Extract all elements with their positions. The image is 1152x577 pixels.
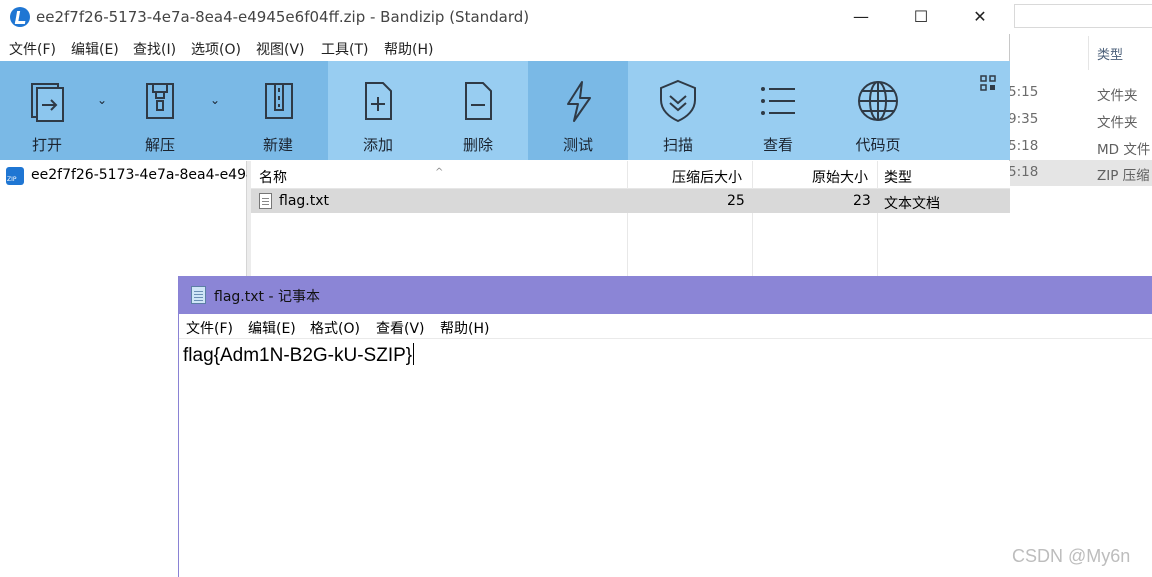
notepad-menu-view[interactable]: 查看(V) (376, 318, 425, 338)
column-original-size[interactable]: 原始大小 (812, 167, 868, 187)
bandizip-logo-icon (10, 7, 30, 27)
explorer-top-bar (1008, 0, 1152, 32)
menu-edit[interactable]: 编辑(E) (71, 39, 119, 59)
notepad-title-bar[interactable]: flag.txt - 记事本 (179, 276, 1152, 314)
open-button[interactable]: 打开 (2, 61, 92, 160)
explorer-row-type: 文件夹 (1097, 115, 1138, 131)
explorer-row-type: 文件夹 (1097, 88, 1138, 104)
column-type[interactable]: 类型 (884, 167, 912, 187)
notepad-content: flag{Adm1N-B2G-kU-SZIP} (183, 345, 413, 366)
sort-caret-icon: ^ (435, 167, 444, 178)
file-row-selected[interactable]: flag.txt 25 23 文本文档 (251, 189, 1010, 213)
minimize-button[interactable]: — (838, 4, 884, 30)
column-divider[interactable] (877, 161, 878, 281)
test-button[interactable]: 测试 (533, 61, 623, 160)
extract-label: 解压 (144, 136, 175, 154)
menu-help[interactable]: 帮助(H) (384, 39, 433, 59)
delete-label: 删除 (462, 136, 493, 154)
explorer-column-type[interactable]: 类型 (1097, 44, 1123, 63)
explorer-row[interactable]: 5:15 文件夹 (1008, 80, 1152, 106)
extract-icon (146, 83, 174, 119)
bandizip-title-bar[interactable]: ee2f7f26-5173-4e7a-8ea4-e4945e6f04ff.zip… (0, 0, 1010, 34)
notepad-menu-file[interactable]: 文件(F) (186, 318, 233, 338)
explorer-row-time: 9:35 (1008, 111, 1039, 127)
column-divider[interactable] (752, 161, 753, 281)
menu-file[interactable]: 文件(F) (9, 39, 56, 59)
maximize-button[interactable]: ☐ (898, 4, 944, 30)
column-divider[interactable] (627, 161, 628, 281)
close-button[interactable]: ✕ (957, 4, 1003, 30)
add-file-icon (365, 82, 392, 120)
column-name[interactable]: 名称 (259, 167, 287, 187)
desktop: 类型 5:15 文件夹 9:35 文件夹 5:18 MD 文件 5:18 ZIP… (0, 0, 1152, 577)
open-dropdown-icon[interactable]: ⌄ (97, 93, 107, 107)
view-label: 查看 (762, 136, 793, 154)
open-label: 打开 (31, 136, 62, 154)
menu-find[interactable]: 查找(I) (133, 39, 176, 59)
test-label: 测试 (562, 136, 593, 154)
notepad-text-area[interactable]: flag{Adm1N-B2G-kU-SZIP} (179, 338, 1152, 577)
file-name: flag.txt (279, 193, 329, 209)
file-compressed-size: 25 (727, 193, 745, 209)
menu-tools[interactable]: 工具(T) (321, 39, 368, 59)
notepad-content-line: flag{Adm1N-B2G-kU-SZIP} (183, 343, 415, 367)
explorer-row[interactable]: 9:35 文件夹 (1008, 107, 1152, 133)
add-button[interactable]: 添加 (333, 61, 423, 160)
notepad-menu-format[interactable]: 格式(O) (310, 318, 360, 338)
codepage-button[interactable]: 代码页 (833, 61, 923, 160)
lightning-icon (567, 81, 591, 122)
window-title: ee2f7f26-5173-4e7a-8ea4-e4945e6f04ff.zip… (36, 8, 530, 26)
layout-grid-icon[interactable] (980, 75, 996, 91)
add-label: 添加 (362, 136, 393, 154)
extract-dropdown-icon[interactable]: ⌄ (210, 93, 220, 107)
notepad-title: flag.txt - 记事本 (214, 289, 320, 305)
new-archive-label: 新建 (262, 136, 293, 154)
watermark: CSDN @My6n (1012, 546, 1131, 566)
extract-button[interactable]: 解压 (115, 61, 205, 160)
explorer-row-time: 5:18 (1008, 138, 1039, 154)
scan-button[interactable]: 扫描 (633, 61, 723, 160)
file-list-header: ^ 名称 压缩后大小 原始大小 类型 (251, 161, 1010, 189)
zip-archive-icon (6, 167, 24, 185)
explorer-row[interactable]: 5:18 MD 文件 (1008, 134, 1152, 160)
column-separator[interactable] (1088, 36, 1089, 70)
explorer-row-type: ZIP 压缩 (1097, 168, 1150, 184)
notepad-menu-help[interactable]: 帮助(H) (440, 318, 489, 338)
toolbar: 打开 ⌄ 解压 ⌄ 新建 添加 删除 测试 扫描 查看 代码页 (0, 61, 1010, 160)
text-caret (413, 343, 415, 365)
open-icon (31, 83, 64, 122)
column-compressed-size[interactable]: 压缩后大小 (672, 167, 742, 187)
text-file-icon (259, 193, 272, 209)
view-button[interactable]: 查看 (733, 61, 823, 160)
globe-icon (858, 81, 898, 121)
explorer-row-time: 5:18 (1008, 164, 1039, 180)
explorer-row-time: 5:15 (1008, 84, 1039, 100)
explorer-row-type: MD 文件 (1097, 142, 1151, 158)
file-type: 文本文档 (884, 196, 940, 212)
menu-options[interactable]: 选项(O) (191, 39, 241, 59)
menu-view[interactable]: 视图(V) (256, 39, 305, 59)
notepad-menu-edit[interactable]: 编辑(E) (248, 318, 296, 338)
explorer-row-selected[interactable]: 5:18 ZIP 压缩 (1008, 160, 1152, 186)
scan-label: 扫描 (662, 136, 693, 154)
delete-file-icon (465, 82, 492, 120)
explorer-address-box[interactable] (1014, 4, 1152, 28)
notepad-icon (191, 286, 206, 304)
file-original-size: 23 (853, 193, 871, 209)
list-view-icon (761, 87, 795, 115)
notepad-menu-bar: 文件(F) 编辑(E) 格式(O) 查看(V) 帮助(H) (179, 316, 1152, 338)
shield-icon (660, 79, 696, 123)
notepad-window: flag.txt - 记事本 文件(F) 编辑(E) 格式(O) 查看(V) 帮… (178, 276, 1152, 577)
new-archive-button[interactable]: 新建 (233, 61, 323, 160)
new-archive-icon (265, 83, 293, 119)
delete-button[interactable]: 删除 (433, 61, 523, 160)
codepage-label: 代码页 (855, 136, 901, 154)
